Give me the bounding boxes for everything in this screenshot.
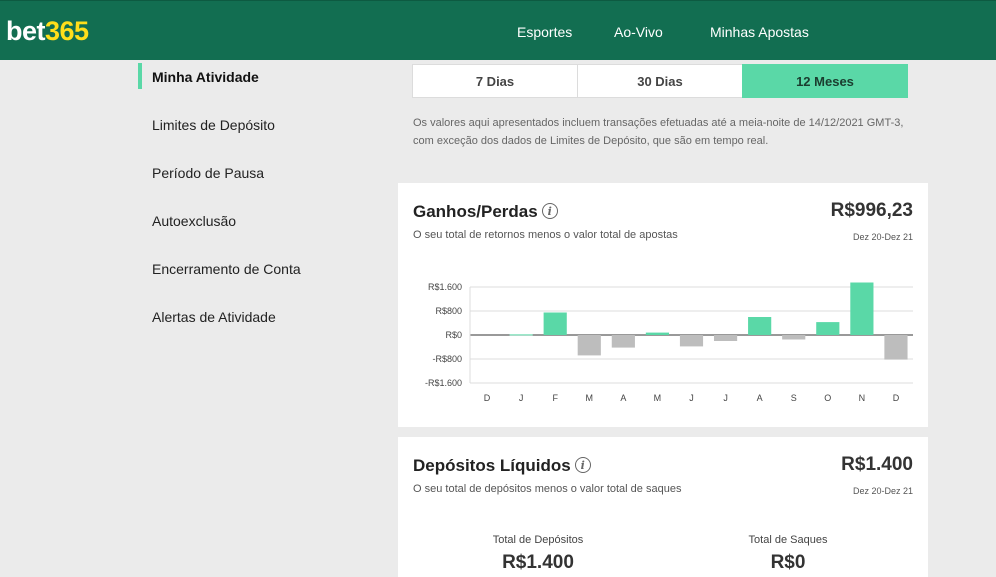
total-withdrawals-label: Total de Saques — [748, 534, 828, 546]
y-tick-label: -R$1.600 — [425, 378, 462, 388]
bet365-logo[interactable]: bet365 — [6, 15, 89, 47]
info-icon[interactable]: i — [574, 457, 591, 473]
sidebar-item-encerramento-conta[interactable]: Encerramento de Conta — [152, 260, 301, 278]
tab-30-dias[interactable]: 30 Dias — [577, 64, 743, 98]
bar — [611, 335, 635, 348]
logo-main: bet — [6, 16, 46, 46]
deposits-subtitle: O seu total de depósitos menos o valor t… — [413, 483, 682, 495]
winloss-chart: R$1.600 R$800 R$0 -R$800 -R$1.600 D J F M A M J J A S O… — [425, 282, 913, 403]
total-withdrawals-value: R$0 — [770, 552, 806, 573]
sidebar-item-autoexclusao[interactable]: Autoexclusão — [152, 212, 236, 230]
deposits-card: Depósitos Líquidos i O seu total de depós… — [398, 437, 928, 577]
x-tick-label: M — [654, 393, 662, 403]
deposits-title-row: Depósitos Líquidos i — [413, 455, 591, 477]
sidebar-item-minha-atividade[interactable]: Minha Atividade — [152, 68, 259, 86]
x-tick-label: D — [893, 393, 900, 403]
data-note: Os valores aqui apresentados incluem tra… — [413, 114, 913, 150]
bar — [850, 282, 874, 335]
bar — [782, 335, 806, 340]
x-tick-label: A — [620, 393, 626, 403]
x-tick-label: J — [519, 393, 524, 403]
bar — [645, 332, 670, 335]
deposits-value: R$1.400 — [841, 454, 913, 475]
bar — [543, 312, 567, 335]
period-tabs: 7 Dias 30 Dias 12 Meses — [412, 64, 908, 98]
y-tick-label: R$1.600 — [428, 282, 462, 292]
y-tick-label: -R$800 — [432, 354, 462, 364]
y-tick-label: R$0 — [445, 330, 462, 340]
x-tick-label: F — [552, 393, 558, 403]
top-header: bet365 Esportes Ao-Vivo Minhas Apostas — [0, 0, 996, 60]
active-indicator — [138, 63, 142, 89]
x-tick-label: M — [586, 393, 594, 403]
deposits-range: Dez 20-Dez 21 — [852, 486, 913, 496]
x-tick-label: D — [484, 393, 491, 403]
total-deposits-label: Total de Depósitos — [492, 534, 584, 546]
sidebar-item-limites-deposito[interactable]: Limites de Depósito — [152, 116, 275, 134]
bar — [577, 335, 601, 356]
x-tick-label: A — [757, 393, 763, 403]
note-line-2: com exceção dos dados de Limites de Depó… — [413, 135, 769, 147]
y-tick-label: R$800 — [435, 306, 462, 316]
x-tick-label: J — [689, 393, 694, 403]
tab-7-dias[interactable]: 7 Dias — [412, 64, 578, 98]
sidebar-item-periodo-pausa[interactable]: Período de Pausa — [152, 164, 264, 182]
deposits-title: Depósitos Líquidos — [413, 456, 571, 475]
bar — [816, 322, 840, 335]
x-tick-label: J — [723, 393, 728, 403]
nav-esportes[interactable]: Esportes — [517, 23, 572, 41]
tab-12-meses[interactable]: 12 Meses — [742, 64, 908, 98]
total-deposits-value: R$1.400 — [502, 552, 574, 573]
note-line-1: Os valores aqui apresentados incluem tra… — [413, 117, 904, 129]
bar — [884, 335, 908, 360]
x-tick-label: O — [824, 393, 831, 403]
x-tick-label: N — [859, 393, 866, 403]
nav-minhas-apostas[interactable]: Minhas Apostas — [710, 23, 809, 41]
bar — [679, 335, 704, 347]
bar — [713, 335, 738, 341]
x-tick-label: S — [791, 393, 797, 403]
nav-ao-vivo[interactable]: Ao-Vivo — [614, 23, 663, 41]
logo-accent: 365 — [45, 16, 89, 46]
bar — [509, 334, 533, 336]
winloss-card: Ganhos/Perdas i O seu total de retornos m… — [398, 183, 928, 427]
bar — [748, 317, 772, 335]
sidebar-item-alertas-atividade[interactable]: Alertas de Atividade — [152, 308, 276, 326]
